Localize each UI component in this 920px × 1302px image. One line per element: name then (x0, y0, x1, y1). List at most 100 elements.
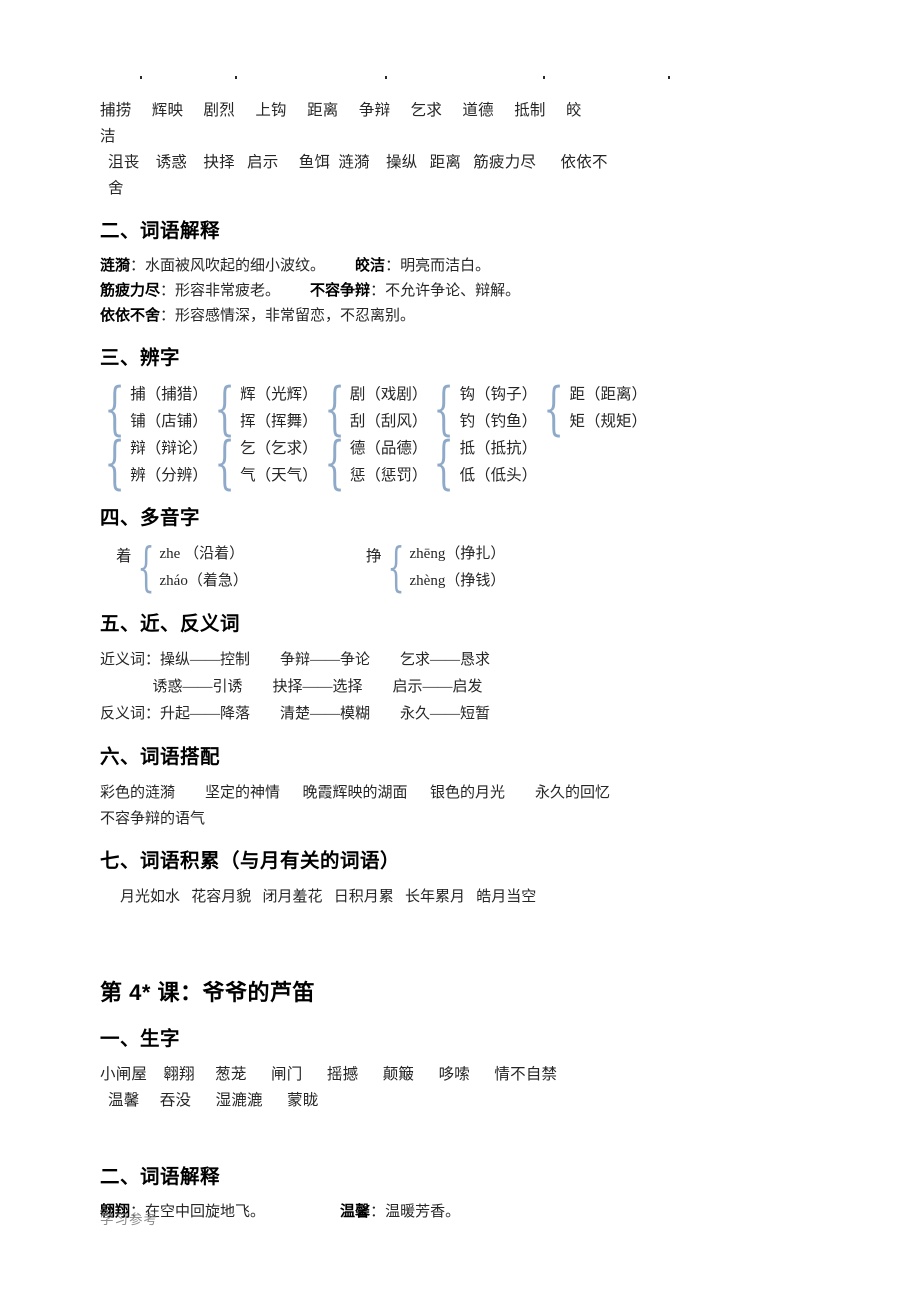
character-entry: 捕（捕猎） (130, 386, 208, 403)
lesson-title: 第 4* 课：爷爷的芦笛 (100, 980, 316, 1005)
definition-text: 形容感情深，非常留恋，不忍离别。 (175, 308, 416, 324)
polyphone-character: 挣 (366, 548, 382, 565)
character-entry: 矩（规矩） (569, 413, 647, 430)
character-pair-group: { 辩（辩论） 辨（分辨） (104, 428, 208, 496)
antonym-row: 反义词：升起——降落 清楚——模糊 永久——短暂 (100, 706, 491, 722)
character-pair-column: 钩（钩子） 钓（钓鱼） (460, 381, 538, 435)
document-content: 捕捞 辉映 剧烈 上钩 距离 争辩 乞求 道德 抵制 皎 洁 沮丧 诱惑 抉择 … (100, 0, 820, 1225)
section-heading-character-distinction: 三、辨字 (100, 347, 181, 369)
polyphone-grid: 着 { zhe （沿着） zháo（着急） 挣 { zhēng（挣扎） zhèn… (116, 541, 820, 595)
character-pair-group: { 乞（乞求） 气（天气） (214, 428, 318, 496)
character-pair-column: 辩（辩论） 辨（分辨） (130, 435, 208, 489)
section-heading-collocation: 六、词语搭配 (100, 746, 221, 768)
character-entry: 惩（惩罚） (349, 467, 428, 484)
definition-term: 不容争辩 (310, 283, 371, 299)
character-pair-column: 抵（抵抗） 低（低头） (460, 435, 538, 489)
character-pair-group: { 距（距离） 矩（规矩） (543, 374, 647, 442)
definition-text: 形容非常疲老。 (175, 283, 281, 299)
definition-text: 明亮而洁白。 (400, 258, 491, 274)
character-pair-group: { 辉（光辉） 挥（挥舞） (214, 374, 318, 442)
character-pair-column: 距（距离） 矩（规矩） (569, 381, 647, 435)
definition-text: ： (130, 258, 146, 274)
vocab-line: 沮丧 诱惑 抉择 启示 鱼饵 涟漪 操纵 距离 筋疲力尽 依依不 (108, 154, 608, 171)
character-pair-column: 辉（光辉） 挥（挥舞） (240, 381, 318, 435)
polyphone-readings: zhēng（挣扎） zhèng（挣钱） (410, 541, 506, 595)
character-pair-column: 剧（戏剧） 刮（刮风） (350, 381, 428, 435)
definition-term: 筋疲力尽 (100, 283, 161, 299)
character-pair-column: 德（品德） 惩（惩罚） (350, 435, 428, 489)
section-heading-word-explanation: 二、词语解释 (100, 1166, 221, 1188)
collocation-row: 不容争辩的语气 (100, 811, 206, 827)
definition-term: 涟漪 (100, 258, 131, 274)
character-distinction-row-bottom: { 辩（辩论） 辨（分辨） { 乞（乞求） 气（天气） {德（品德） 惩（惩罚… (100, 435, 820, 489)
character-pair-group: { 德（品德） 惩（惩罚） (323, 428, 428, 496)
vocab-line: 捕捞 辉映 剧烈 上钩 距离 争辩 乞求 道德 抵制 皎 (100, 102, 582, 119)
character-entry: 德（品德） (349, 440, 428, 457)
character-distinction-grid: { 捕（捕猎） 铺（店铺） { 辉（光辉） 挥（挥舞） {剧（戏剧） 刮（刮风… (100, 381, 820, 489)
character-entry: 剧（戏剧） (349, 386, 428, 403)
definition-row: 翱翔：在空中回旋地飞。 温馨：温暖芳香。 (100, 1200, 820, 1225)
definition-gap (265, 1204, 340, 1220)
polyphone-entry: 着 { zhe （沿着） zháo（着急） (116, 536, 248, 598)
character-entry: 挥（挥舞） (240, 413, 318, 430)
character-entry: 气（天气） (240, 467, 318, 484)
definition-term: 温馨 (340, 1204, 371, 1220)
polyphone-reading: zháo（着急） (159, 573, 248, 589)
definition-text: ： (370, 283, 386, 299)
definition-text: 温暖芳香。 (385, 1204, 461, 1220)
character-entry: 钩（钩子） (459, 386, 538, 403)
character-entry: 辩（辩论） (130, 440, 208, 457)
character-entry: 低（低头） (459, 467, 538, 484)
character-pair-column: 乞（乞求） 气（天气） (240, 435, 318, 489)
definition-row: 涟漪：水面被风吹起的细小波纹。 皎洁：明亮而洁白。 (100, 254, 820, 279)
section-heading-new-characters: 一、生字 (100, 1028, 181, 1050)
definition-text: 不允许争论、辩解。 (385, 283, 521, 299)
definition-gap (280, 283, 310, 299)
polyphone-character: 着 (116, 548, 132, 565)
definition-text: ： (385, 258, 401, 274)
section-heading-polyphone: 四、多音字 (100, 507, 201, 529)
character-entry: 刮（刮风） (349, 413, 428, 430)
character-entry: 钓（钓鱼） (459, 413, 538, 430)
vocab-line: 小闸屋 翱翔 葱茏 闸门 摇撼 颠簸 哆嗦 情不自禁 (100, 1066, 558, 1083)
character-entry: 铺（店铺） (130, 413, 208, 430)
character-pair-group: { 钩（钩子） 钓（钓鱼） (433, 374, 538, 442)
character-pair-group: { 抵（抵抗） 低（低头） (433, 428, 538, 496)
character-entry: 辉（光辉） (240, 386, 318, 403)
collocation-row: 彩色的涟漪 坚定的神情 晚霞辉映的湖面 银色的月光 永久的回忆 (100, 785, 611, 801)
character-entry: 抵（抵抗） (459, 440, 538, 457)
character-pair-group: { 捕（捕猎） 铺（店铺） (104, 374, 208, 442)
section-heading-synonyms-antonyms: 五、近、反义词 (100, 613, 241, 635)
vocab-line: 温馨 吞没 湿漉漉 蒙眬 (108, 1092, 319, 1109)
definition-row: 筋疲力尽：形容非常疲老。 不容争辩：不允许争论、辩解。 (100, 279, 820, 304)
character-distinction-row-top: { 捕（捕猎） 铺（店铺） { 辉（光辉） 挥（挥舞） {剧（戏剧） 刮（刮风… (100, 381, 820, 435)
page-footer: 学习参考 (100, 1212, 158, 1227)
synonym-row: 诱惑——引诱 抉择——选择 启示——启发 (100, 679, 483, 695)
definition-text: ： (160, 308, 176, 324)
polyphone-entry: 挣 { zhēng（挣扎） zhèng（挣钱） (366, 536, 506, 598)
vocab-line-wrap: 洁 (100, 128, 116, 145)
vocab-line-wrap: 舍 (108, 180, 124, 197)
character-pair-column: 捕（捕猎） 铺（店铺） (130, 381, 208, 435)
polyphone-reading: zhēng（挣扎） (409, 546, 506, 562)
polyphone-readings: zhe （沿着） zháo（着急） (160, 541, 248, 595)
character-entry: 距（距离） (569, 386, 647, 403)
definition-row: 依依不舍：形容感情深，非常留恋，不忍离别。 (100, 304, 820, 329)
definition-term: 依依不舍 (100, 308, 161, 324)
polyphone-reading: zhe （沿着） (159, 546, 245, 562)
character-entry: 辨（分辨） (130, 467, 208, 484)
synonym-row: 近义词：操纵——控制 争辩——争论 乞求——恳求 (100, 652, 491, 668)
section-heading-accumulation: 七、词语积累（与月有关的词语） (100, 850, 401, 872)
character-pair-group: { 剧（戏剧） 刮（刮风） (323, 374, 428, 442)
character-entry: 乞（乞求） (240, 440, 318, 457)
definition-text: 水面被风吹起的细小波纹。 (145, 258, 326, 274)
polyphone-reading: zhèng（挣钱） (409, 573, 506, 589)
document-page: 捕捞 辉映 剧烈 上钩 距离 争辩 乞求 道德 抵制 皎 洁 沮丧 诱惑 抉择 … (0, 0, 920, 1302)
definition-gap (325, 258, 355, 274)
definition-text: ： (160, 283, 176, 299)
section-heading-word-explanation: 二、词语解释 (100, 220, 221, 242)
accumulation-row: 月光如水 花容月貌 闭月羞花 日积月累 长年累月 皓月当空 (120, 889, 537, 905)
definition-text: ： (370, 1204, 386, 1220)
